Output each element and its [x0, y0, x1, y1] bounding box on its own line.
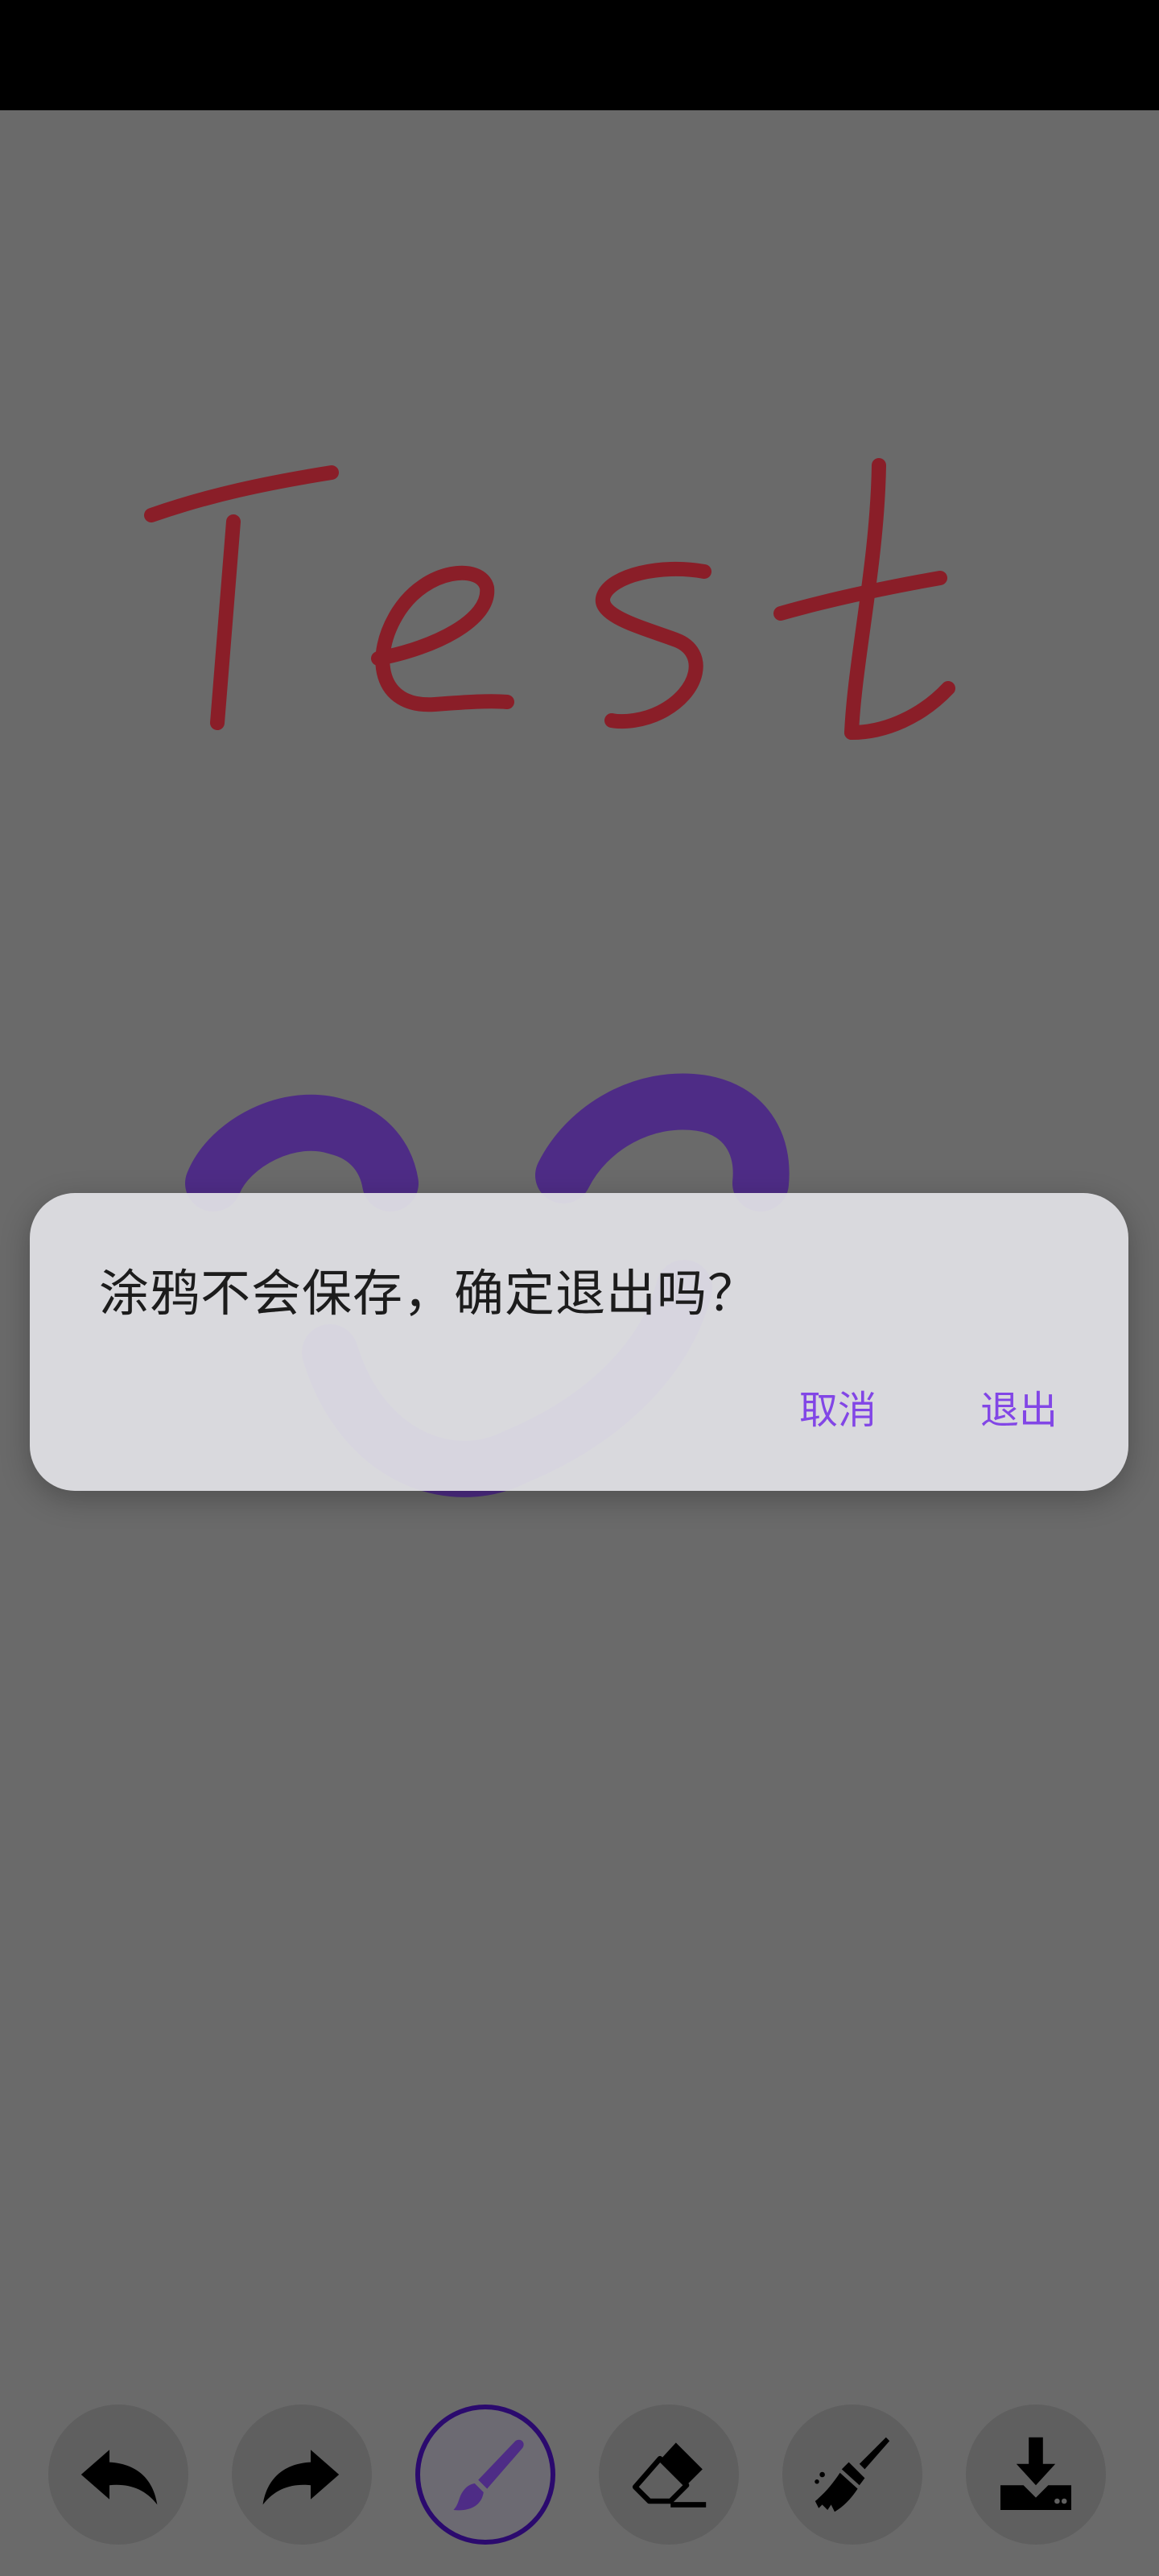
cancel-button[interactable]: 取消 — [785, 1378, 891, 1443]
redo-icon — [262, 2450, 340, 2505]
brush-button[interactable] — [415, 2405, 555, 2545]
undo-icon — [80, 2450, 158, 2505]
brush-icon — [453, 2439, 524, 2511]
clear-broom-icon — [815, 2437, 890, 2512]
download-icon — [1000, 2437, 1071, 2510]
eraser-icon — [632, 2442, 707, 2508]
eraser-button[interactable] — [599, 2405, 739, 2545]
exit-button[interactable]: 退出 — [966, 1378, 1072, 1443]
exit-confirm-dialog: 涂鸦不会保存，确定退出吗？ 取消 退出 — [30, 1193, 1128, 1491]
download-button[interactable] — [966, 2405, 1106, 2545]
clear-button[interactable] — [782, 2405, 922, 2545]
redo-button[interactable] — [232, 2405, 372, 2545]
undo-button[interactable] — [48, 2405, 188, 2545]
dialog-message: 涂鸦不会保存，确定退出吗？ — [99, 1264, 759, 1323]
handwriting-test — [144, 458, 955, 740]
bottom-toolbar — [0, 2403, 1159, 2548]
